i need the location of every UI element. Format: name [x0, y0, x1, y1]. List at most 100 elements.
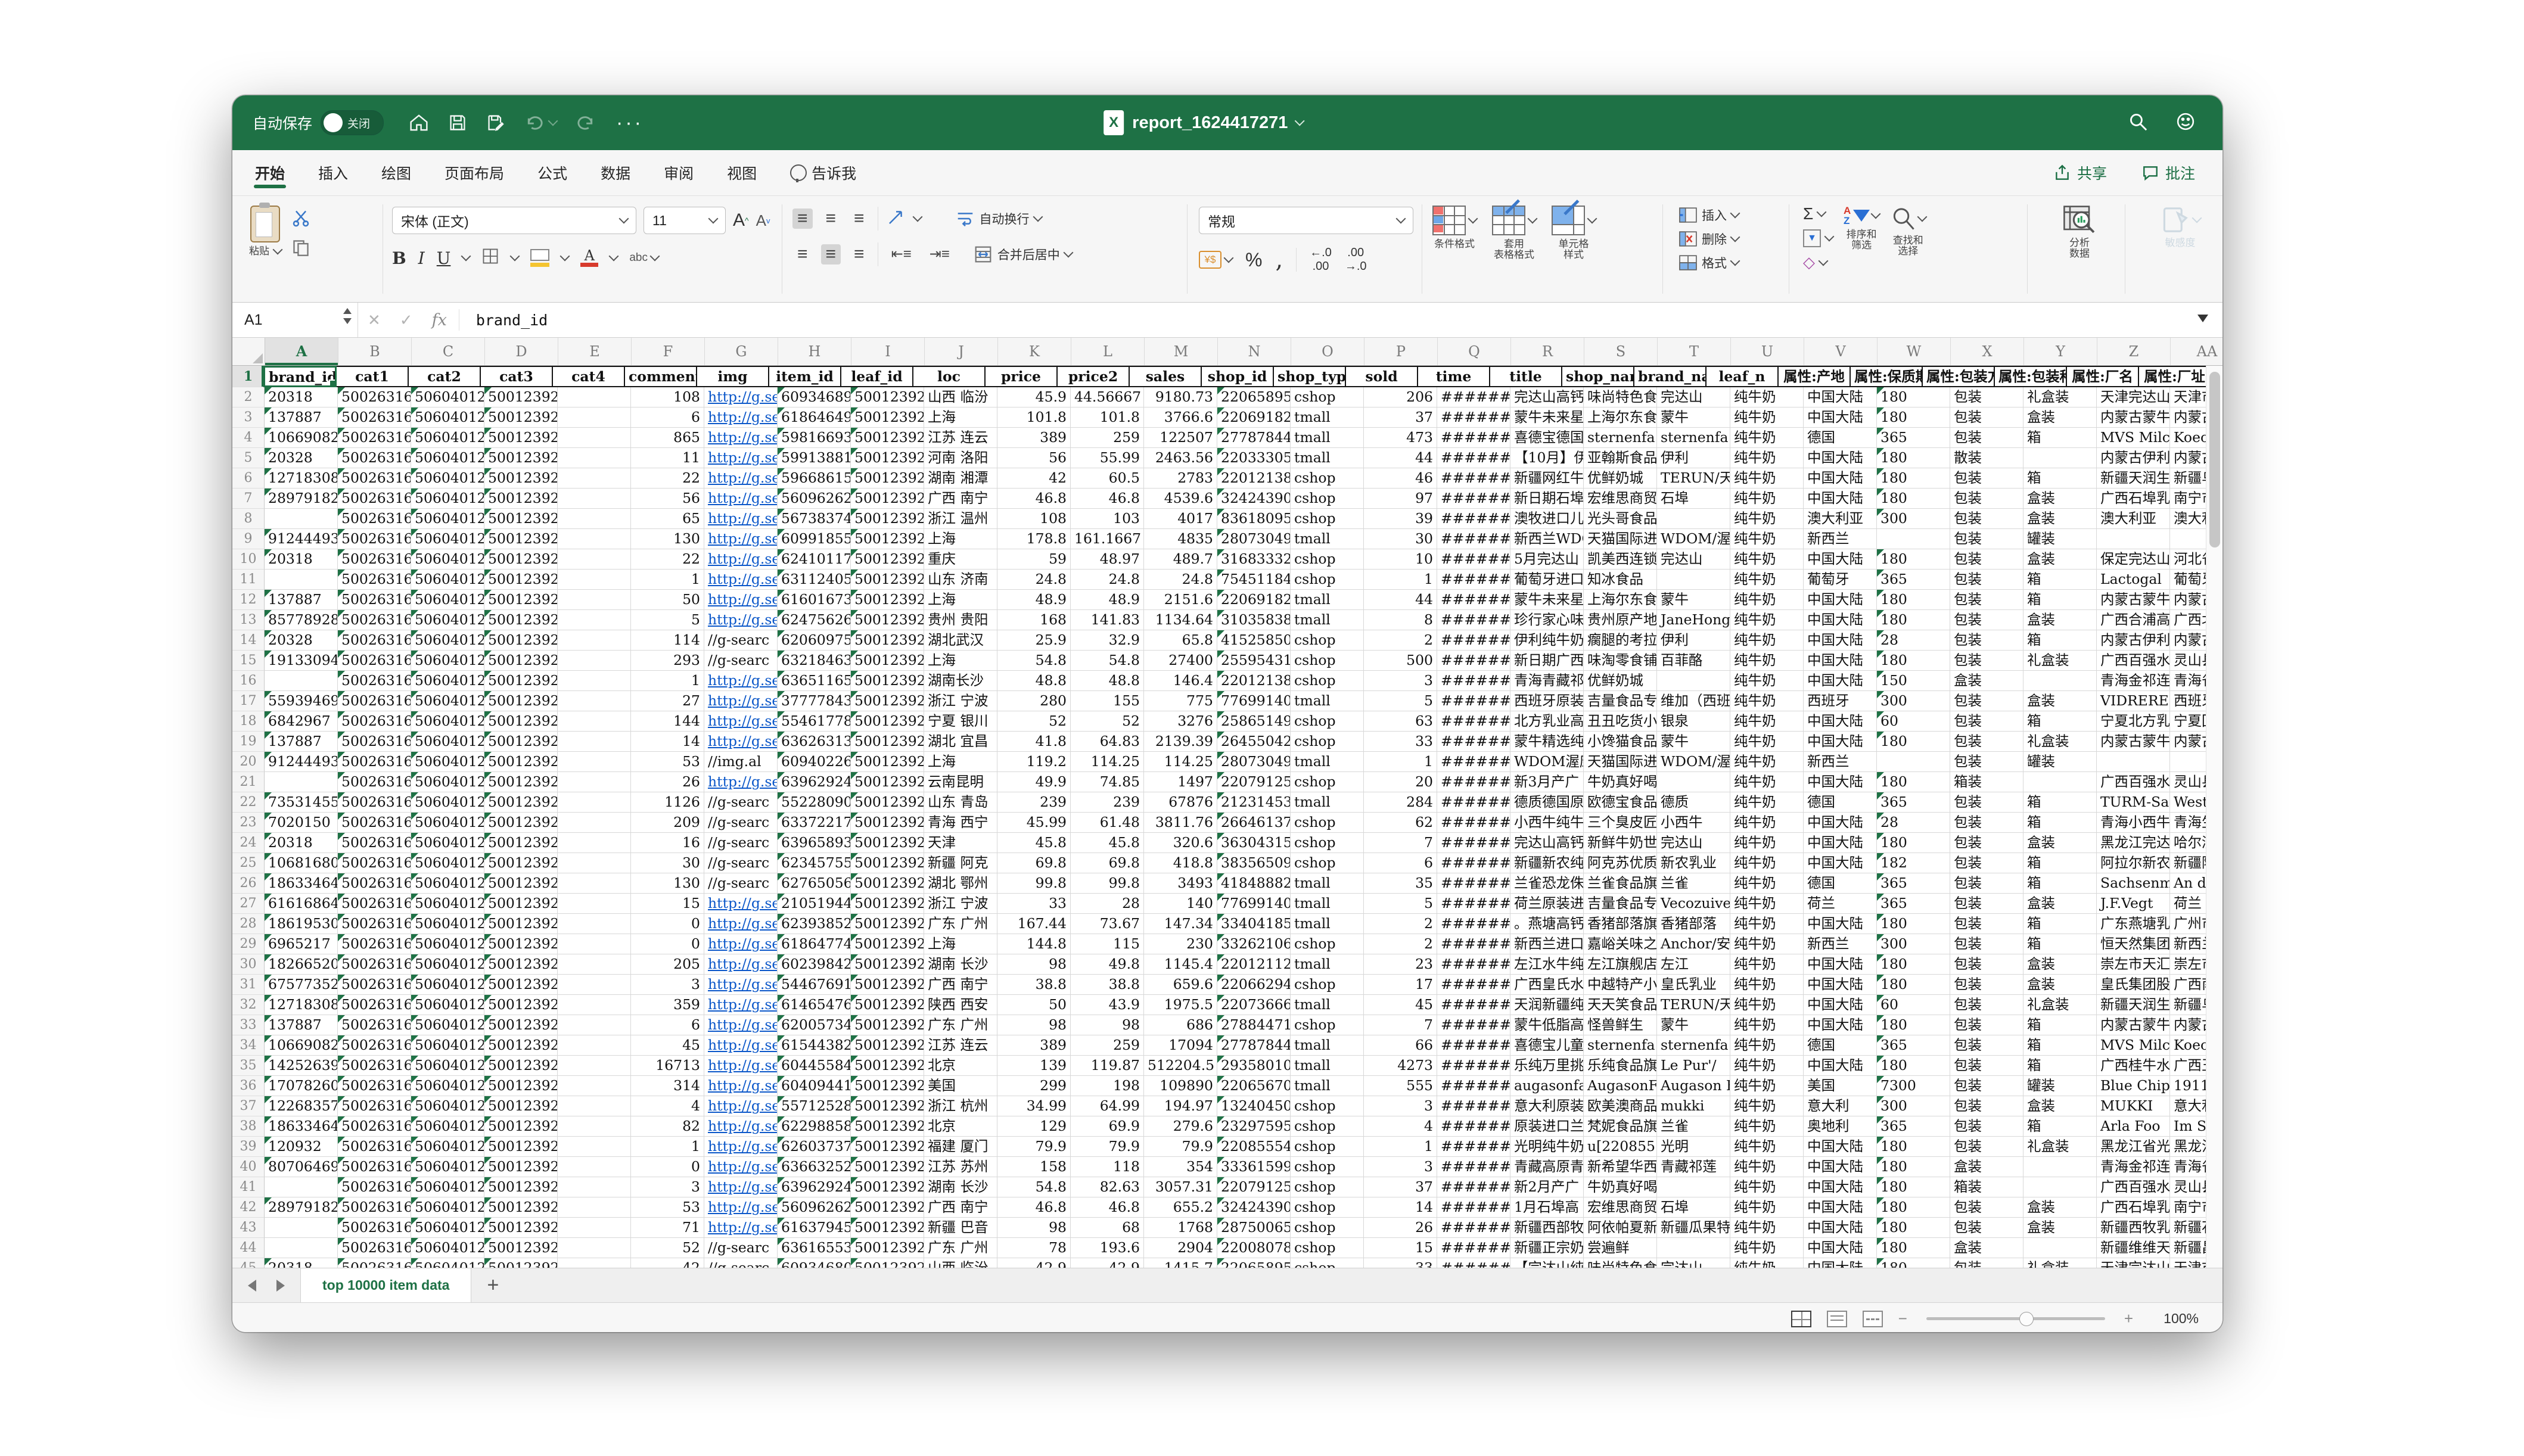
- copy-icon[interactable]: [292, 239, 310, 260]
- cell[interactable]: 50012392: [851, 1157, 924, 1177]
- cell[interactable]: 22: [631, 549, 704, 570]
- cell[interactable]: 中国大陆: [1804, 671, 1877, 691]
- cell[interactable]: 重庆: [924, 549, 997, 570]
- cell[interactable]: 21231453: [1217, 792, 1291, 813]
- cell[interactable]: 50604012: [411, 853, 484, 873]
- shrink-font-button[interactable]: Av: [756, 211, 770, 230]
- cell[interactable]: 50604012: [411, 1197, 484, 1218]
- cell[interactable]: 807064694: [265, 1157, 338, 1177]
- cell[interactable]: 50604012: [411, 1238, 484, 1258]
- image-link[interactable]: http://g.se: [708, 976, 778, 993]
- cell[interactable]: 82.63: [1071, 1177, 1144, 1197]
- cell[interactable]: tmall: [1291, 610, 1364, 630]
- cell[interactable]: u[220855: [1584, 1137, 1657, 1157]
- cell[interactable]: 纯牛奶: [1730, 1035, 1804, 1056]
- cell[interactable]: [558, 914, 631, 934]
- cell[interactable]: 65.8: [1144, 630, 1217, 651]
- cell[interactable]: 青海 西宁: [924, 813, 997, 833]
- cell[interactable]: 50012392: [851, 1116, 924, 1137]
- cell[interactable]: 41848882: [1217, 873, 1291, 894]
- cell[interactable]: 25.9: [997, 630, 1071, 651]
- cell[interactable]: 122683575: [265, 1096, 338, 1116]
- cell[interactable]: 35: [1364, 873, 1437, 894]
- cell[interactable]: 61864649: [778, 407, 851, 428]
- cell[interactable]: 50012392: [484, 995, 558, 1015]
- cell[interactable]: 江苏 苏州: [924, 1157, 997, 1177]
- cell[interactable]: 155: [1071, 691, 1144, 711]
- cell[interactable]: 纯牛奶: [1730, 428, 1804, 448]
- cell[interactable]: 489.7: [1144, 549, 1217, 570]
- image-link[interactable]: http://g.se: [708, 611, 778, 628]
- cell[interactable]: 光明: [1657, 1137, 1730, 1157]
- cell[interactable]: 50012392: [484, 711, 558, 732]
- cell[interactable]: ########: [1437, 711, 1510, 732]
- cell[interactable]: 9180.73: [1144, 387, 1217, 407]
- cell[interactable]: 天天笑食品: [1584, 995, 1657, 1015]
- cell[interactable]: 广东燕塘乳: [2097, 914, 2170, 934]
- row-number[interactable]: 19: [232, 732, 265, 752]
- row-number[interactable]: 14: [232, 630, 265, 651]
- cell[interactable]: [1657, 772, 1730, 792]
- cell[interactable]: 广东 广州: [924, 1015, 997, 1035]
- cell[interactable]: 62060975: [778, 630, 851, 651]
- cell[interactable]: 美国: [924, 1076, 997, 1096]
- cell[interactable]: 纯牛奶: [1730, 1197, 1804, 1218]
- cell[interactable]: [558, 711, 631, 732]
- cell[interactable]: 包装: [1950, 732, 2023, 752]
- cell[interactable]: 38356509: [1217, 853, 1291, 873]
- cell[interactable]: //g-searc: [704, 873, 778, 894]
- cell[interactable]: 纯牛奶: [1730, 975, 1804, 995]
- cell[interactable]: 114.25: [1071, 752, 1144, 772]
- cell[interactable]: 365: [1877, 1116, 1950, 1137]
- cell[interactable]: sternenfa: [1657, 1035, 1730, 1056]
- cell[interactable]: 74.85: [1071, 772, 1144, 792]
- cell[interactable]: 50026316: [338, 975, 411, 995]
- cell[interactable]: AugasonFa: [1584, 1076, 1657, 1096]
- cell[interactable]: 50012392: [851, 509, 924, 529]
- cell[interactable]: 37: [1364, 407, 1437, 428]
- cell[interactable]: 60991855: [778, 529, 851, 549]
- cell[interactable]: 50012392: [851, 489, 924, 509]
- cell[interactable]: 38.8: [997, 975, 1071, 995]
- cell[interactable]: 365: [1877, 1035, 1950, 1056]
- cell[interactable]: 62005734: [778, 1015, 851, 1035]
- italic-button[interactable]: I: [418, 248, 425, 268]
- cell[interactable]: cshop: [1291, 489, 1364, 509]
- cell[interactable]: http://g.se: [704, 1076, 778, 1096]
- cell[interactable]: 纯牛奶: [1730, 732, 1804, 752]
- save-as-icon[interactable]: [486, 113, 505, 132]
- cell[interactable]: ########: [1437, 407, 1510, 428]
- cell[interactable]: 中国大陆: [1804, 954, 1877, 975]
- cell[interactable]: 50012392: [851, 610, 924, 630]
- cell[interactable]: [558, 1238, 631, 1258]
- cell[interactable]: 礼盒装: [2023, 1137, 2097, 1157]
- cell[interactable]: 上海: [924, 934, 997, 954]
- cell[interactable]: VIDRERES: [2097, 691, 2170, 711]
- cell[interactable]: 180: [1877, 1157, 1950, 1177]
- cell[interactable]: 50012392: [851, 651, 924, 671]
- cell[interactable]: 贵州 贵阳: [924, 610, 997, 630]
- row-number[interactable]: 38: [232, 1116, 265, 1137]
- cell[interactable]: http://g.se: [704, 549, 778, 570]
- row-number[interactable]: 28: [232, 914, 265, 934]
- cell[interactable]: 50012392: [851, 1238, 924, 1258]
- borders-dropdown-icon[interactable]: [510, 251, 520, 262]
- cell[interactable]: 江苏 连云: [924, 428, 997, 448]
- cell[interactable]: 28979182: [265, 1197, 338, 1218]
- cell[interactable]: JaneHong: [1657, 610, 1730, 630]
- cell[interactable]: 119.2: [997, 752, 1071, 772]
- cell[interactable]: 33: [997, 894, 1071, 914]
- cell[interactable]: 蒙牛精选纯: [1510, 732, 1584, 752]
- cell-styles-button[interactable]: 单元格样式: [1552, 206, 1596, 312]
- cell[interactable]: 包装: [1950, 489, 2023, 509]
- cell[interactable]: 维加（西班: [1657, 691, 1730, 711]
- cell[interactable]: ########: [1437, 1056, 1510, 1076]
- cell[interactable]: 上海尔东食: [1584, 590, 1657, 610]
- cell[interactable]: Vecozuive: [1657, 894, 1730, 914]
- cell[interactable]: 418.8: [1144, 853, 1217, 873]
- cell[interactable]: 50012392: [484, 873, 558, 894]
- cell[interactable]: 纯牛奶: [1730, 509, 1804, 529]
- cell[interactable]: 中国大陆: [1804, 813, 1877, 833]
- cell[interactable]: 0: [631, 934, 704, 954]
- cell[interactable]: [265, 509, 338, 529]
